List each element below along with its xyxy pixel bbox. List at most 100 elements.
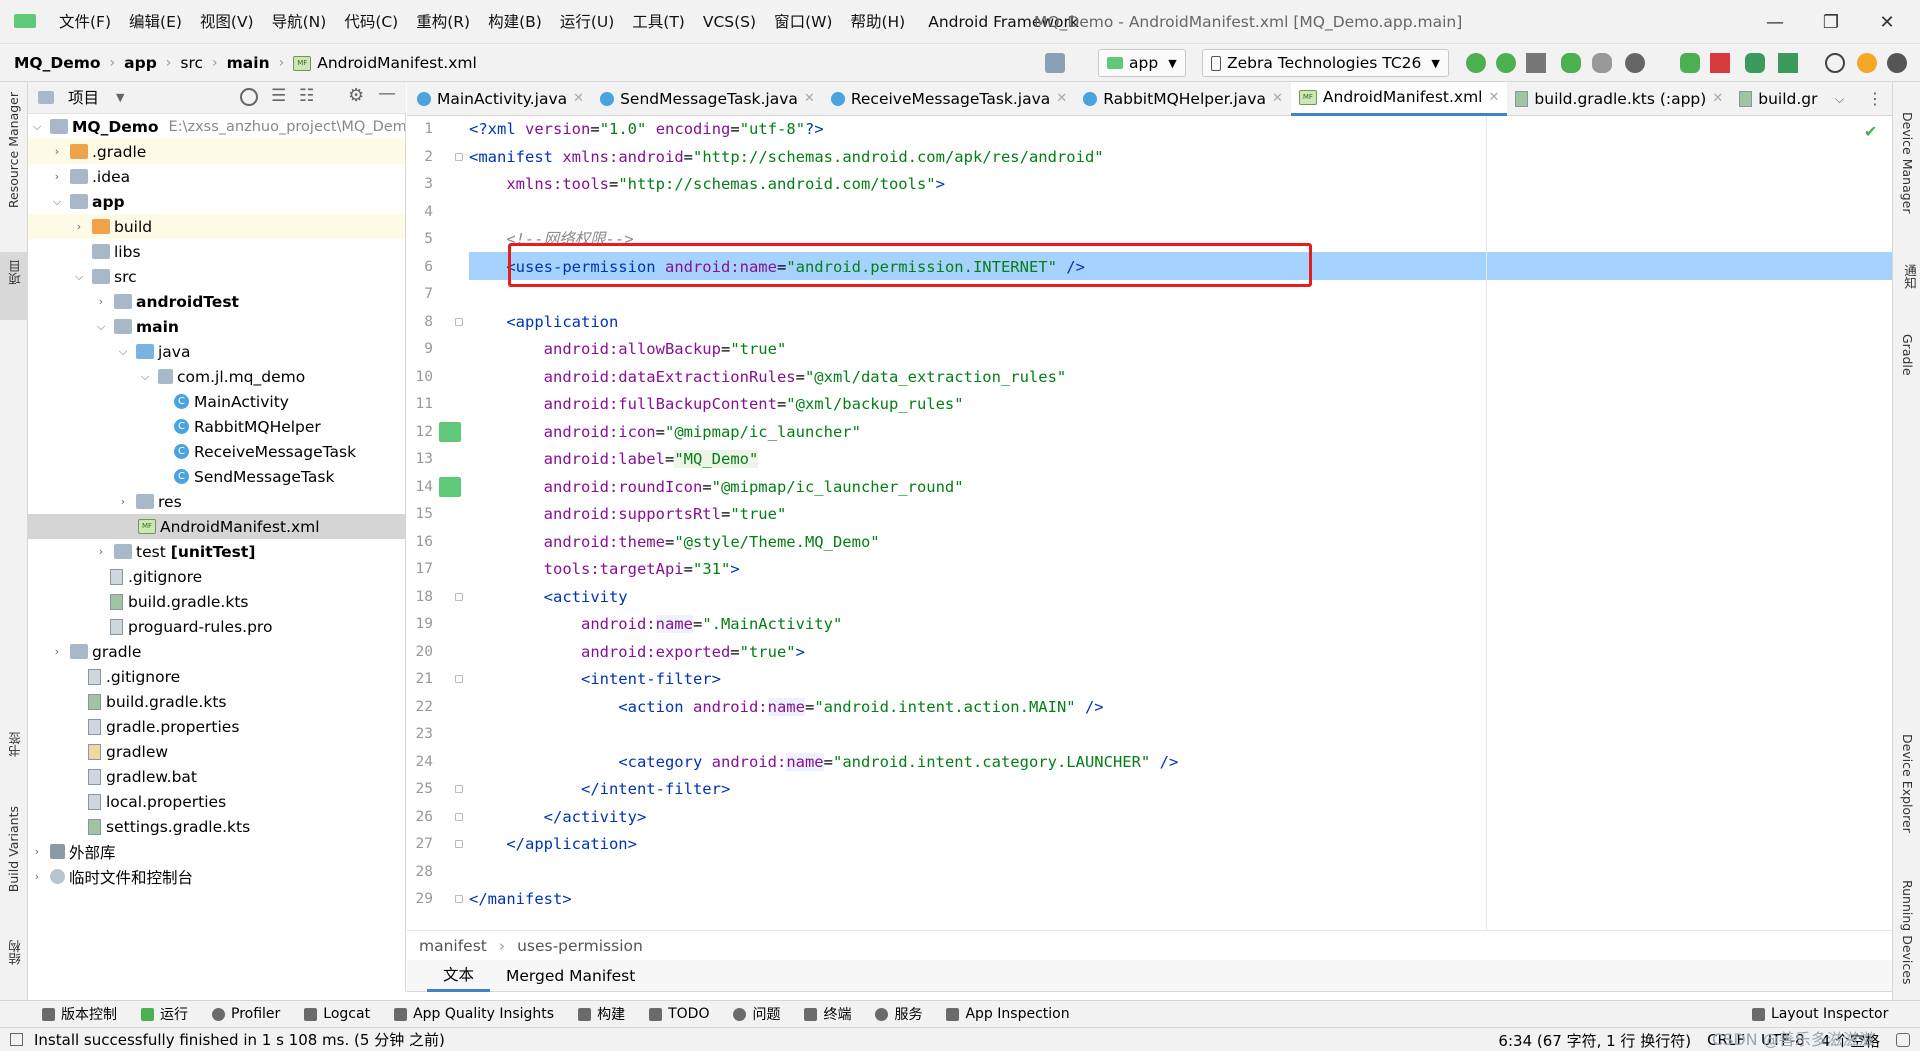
tree-row-package[interactable]: ⌵ com.jl.mq_demo xyxy=(28,364,405,389)
tree-row-receive-task[interactable]: C ReceiveMessageTask xyxy=(28,439,405,464)
attach-process-icon[interactable] xyxy=(1680,53,1700,73)
launcher-round-icon-preview[interactable] xyxy=(439,477,461,497)
tree-row-src[interactable]: ⌵ src xyxy=(28,264,405,289)
hammer-icon[interactable] xyxy=(1045,53,1065,73)
menu-tools[interactable]: 工具(T) xyxy=(623,0,694,44)
stop-icon[interactable] xyxy=(1710,53,1730,73)
fold-icon[interactable] xyxy=(455,840,463,848)
coverage-icon[interactable] xyxy=(1526,53,1546,73)
tree-row-root-gitignore[interactable]: .gitignore xyxy=(28,664,405,689)
locate-file-icon[interactable] xyxy=(240,88,258,106)
tree-row-gradlew-bat[interactable]: gradlew.bat xyxy=(28,764,405,789)
launcher-icon-preview[interactable] xyxy=(439,422,461,442)
running-devices-tab[interactable]: Running Devices xyxy=(1900,880,1915,984)
lock-icon[interactable] xyxy=(1896,1033,1910,1047)
crumb-manifest[interactable]: manifest xyxy=(419,937,487,955)
tree-row-android-test[interactable]: › androidTest xyxy=(28,289,405,314)
tool-logcat[interactable]: Logcat xyxy=(292,1001,382,1028)
tool-terminal[interactable]: 终端 xyxy=(792,1001,863,1028)
menu-window[interactable]: 窗口(W) xyxy=(765,0,841,44)
fold-icon[interactable] xyxy=(455,593,463,601)
structure-tab[interactable]: 结构 xyxy=(6,940,25,965)
tab-receive-message-task[interactable]: ReceiveMessageTask.java ✕ xyxy=(823,82,1075,116)
minimize-button[interactable]: — xyxy=(1752,0,1798,44)
menu-help[interactable]: 帮助(H) xyxy=(841,0,914,44)
close-icon[interactable]: ✕ xyxy=(1712,91,1723,106)
tree-row-main[interactable]: ⌵ main xyxy=(28,314,405,339)
tree-row-res[interactable]: › res xyxy=(28,489,405,514)
code-editor[interactable]: <?xml version="1.0" encoding="utf-8"?> <… xyxy=(469,116,1892,930)
tree-row-test[interactable]: › test [unitTest] xyxy=(28,539,405,564)
close-icon[interactable]: ✕ xyxy=(1489,90,1500,105)
chevron-down-icon[interactable]: ⌵ xyxy=(1835,82,1844,116)
close-button[interactable]: ✕ xyxy=(1864,0,1910,44)
expand-all-icon[interactable]: ☰ xyxy=(271,86,286,106)
hide-panel-icon[interactable]: — xyxy=(378,83,396,104)
tab-text[interactable]: 文本 xyxy=(427,960,491,992)
tree-row-root-build-gradle[interactable]: build.gradle.kts xyxy=(28,689,405,714)
gradle-tab[interactable]: Gradle xyxy=(1900,334,1915,376)
tree-row-app-build-gradle[interactable]: build.gradle.kts xyxy=(28,589,405,614)
project-tool-tab[interactable]: 项目 xyxy=(0,252,28,320)
account-icon[interactable] xyxy=(1887,53,1907,73)
rerun-icon[interactable] xyxy=(1466,53,1486,73)
tab-send-message-task[interactable]: SendMessageTask.java ✕ xyxy=(592,82,823,116)
menu-file[interactable]: 文件(F) xyxy=(50,0,120,44)
tree-row-gradle-properties[interactable]: gradle.properties xyxy=(28,714,405,739)
bookmarks-tab[interactable]: 书签 xyxy=(6,732,25,757)
tree-row-local-properties[interactable]: local.properties xyxy=(28,789,405,814)
menu-view[interactable]: 视图(V) xyxy=(191,0,263,44)
crumb-src[interactable]: src xyxy=(180,54,203,72)
tree-row-app-gitignore[interactable]: .gitignore xyxy=(28,564,405,589)
crumb-project[interactable]: MQ_Demo xyxy=(14,54,101,72)
run-config-select[interactable]: app ▼ xyxy=(1098,49,1186,77)
menu-run[interactable]: 运行(U) xyxy=(551,0,623,44)
tool-layout-inspector[interactable]: Layout Inspector xyxy=(1740,1001,1900,1028)
collapse-all-icon[interactable]: ☷ xyxy=(299,86,314,106)
tree-row-scratches[interactable]: › 临时文件和控制台 xyxy=(28,864,405,889)
more-icon[interactable]: ⋮ xyxy=(1867,82,1883,116)
notifications-tab[interactable]: 通知 xyxy=(1900,264,1919,289)
menu-code[interactable]: 代码(C) xyxy=(335,0,407,44)
tool-services[interactable]: 服务 xyxy=(863,1001,934,1028)
tree-row-external-libs[interactable]: › 外部库 xyxy=(28,839,405,864)
menu-refactor[interactable]: 重构(R) xyxy=(407,0,479,44)
toggle-tool-windows-icon[interactable] xyxy=(10,1033,23,1046)
tree-row-gradle[interactable]: › gradle xyxy=(28,639,405,664)
tree-row-proguard[interactable]: proguard-rules.pro xyxy=(28,614,405,639)
profiler-icon[interactable] xyxy=(1625,53,1645,73)
crumb-uses-permission[interactable]: uses-permission xyxy=(517,937,643,955)
tool-run[interactable]: 运行 xyxy=(129,1001,200,1028)
tree-row-settings-gradle[interactable]: settings.gradle.kts xyxy=(28,814,405,839)
fold-icon[interactable] xyxy=(455,785,463,793)
resource-manager-tab[interactable]: Resource Manager xyxy=(6,92,21,208)
fold-icon[interactable] xyxy=(455,318,463,326)
tool-vcs[interactable]: 版本控制 xyxy=(30,1001,129,1028)
tool-problems[interactable]: 问题 xyxy=(721,1001,792,1028)
debug-icon[interactable] xyxy=(1561,53,1581,73)
tree-row-java[interactable]: ⌵ java xyxy=(28,339,405,364)
update-icon[interactable] xyxy=(1857,53,1877,73)
menu-vcs[interactable]: VCS(S) xyxy=(694,0,765,44)
restore-button[interactable]: ❐ xyxy=(1808,0,1854,44)
tree-row-app[interactable]: ⌵ app xyxy=(28,189,405,214)
close-icon[interactable]: ✕ xyxy=(573,91,584,106)
crumb-main[interactable]: main xyxy=(227,54,270,72)
tab-build-gradle-root[interactable]: build.gr xyxy=(1731,82,1825,116)
tree-row-android-manifest[interactable]: MF AndroidManifest.xml xyxy=(28,514,405,539)
close-icon[interactable]: ✕ xyxy=(1272,91,1283,106)
tab-main-activity[interactable]: MainActivity.java ✕ xyxy=(407,82,592,116)
device-select[interactable]: Zebra Technologies TC26 ▼ xyxy=(1202,49,1449,77)
tree-row-build[interactable]: › build xyxy=(28,214,405,239)
close-icon[interactable]: ✕ xyxy=(1056,91,1067,106)
search-icon[interactable] xyxy=(1825,53,1845,73)
tree-row-send-task[interactable]: C SendMessageTask xyxy=(28,464,405,489)
cursor-position[interactable]: 6:34 (67 字符, 1 行 换行符) xyxy=(1498,1030,1691,1051)
attach-debugger-icon[interactable] xyxy=(1592,53,1612,73)
menu-build[interactable]: 构建(B) xyxy=(479,0,551,44)
project-panel-title[interactable]: 项目 xyxy=(68,82,99,114)
gear-icon[interactable]: ⚙ xyxy=(348,85,364,106)
tool-app-quality[interactable]: App Quality Insights xyxy=(382,1001,566,1028)
crumb-app[interactable]: app xyxy=(124,54,157,72)
tree-row-main-activity[interactable]: C MainActivity xyxy=(28,389,405,414)
